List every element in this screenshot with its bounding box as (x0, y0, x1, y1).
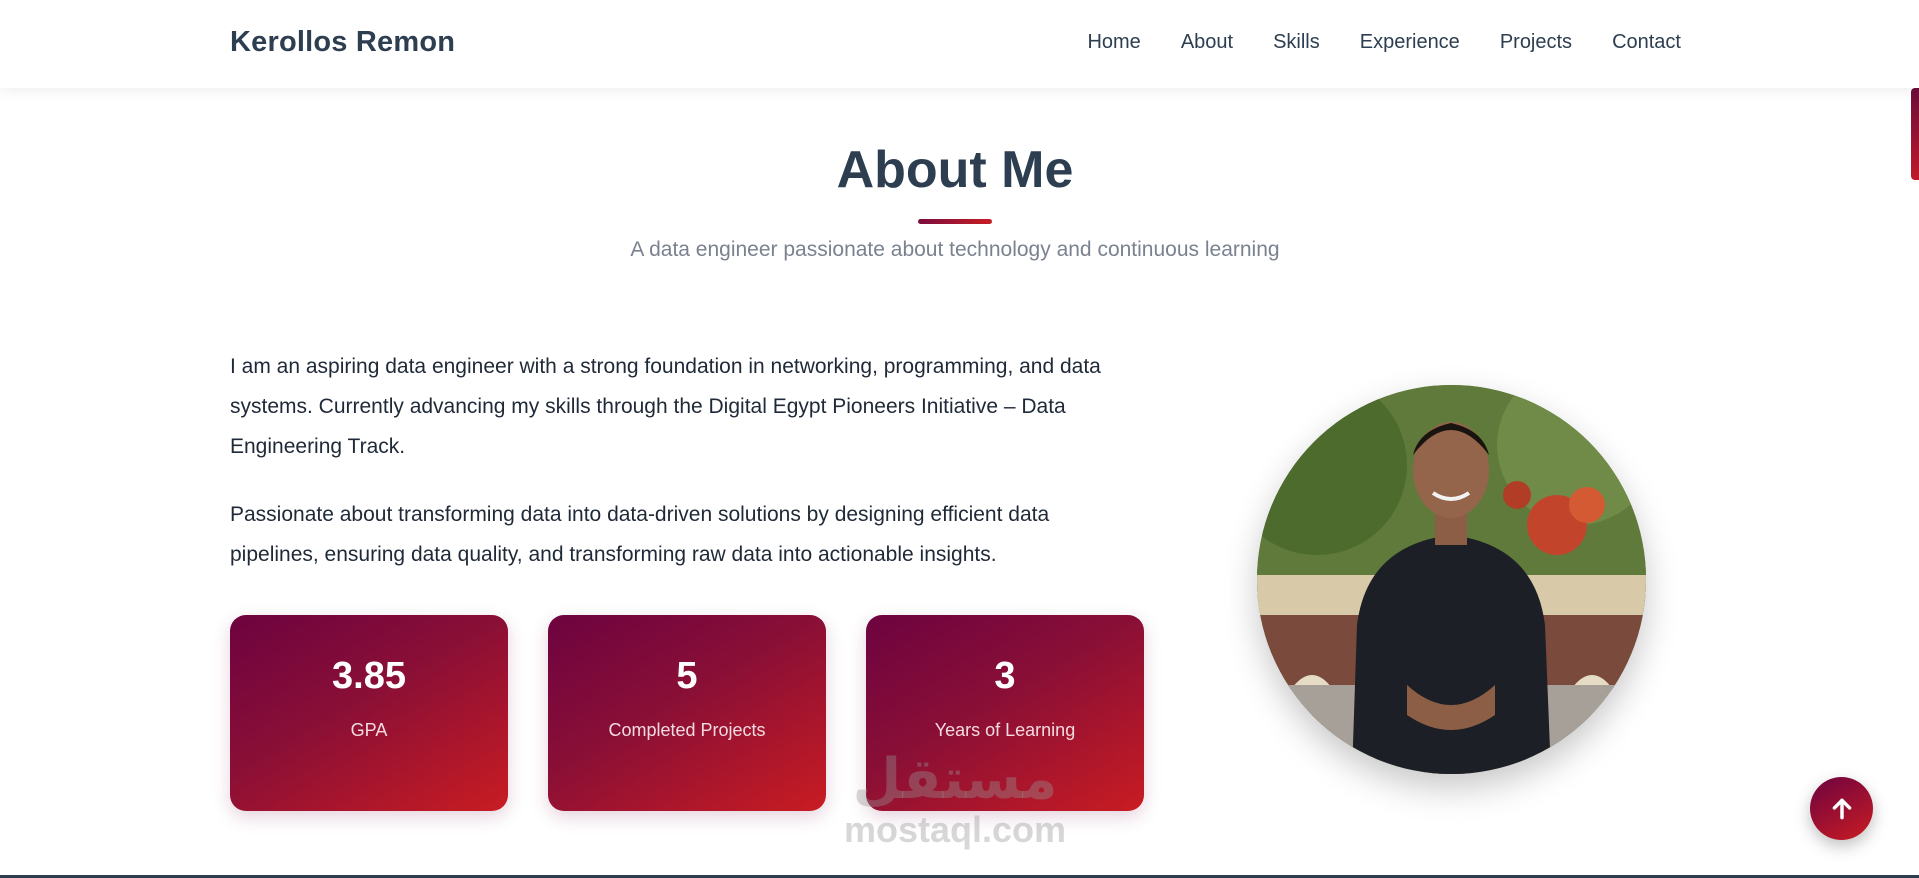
about-paragraph-2: Passionate about transforming data into … (230, 503, 1050, 566)
about-paragraph-1: I am an aspiring data engineer with a st… (230, 355, 1101, 458)
nav-link-skills[interactable]: Skills (1273, 31, 1320, 54)
section-title: About Me (836, 141, 1074, 199)
stat-card-gpa: 3.85 GPA (230, 615, 508, 811)
page: Kerollos Remon Home About Skills Experie… (0, 0, 1919, 878)
watermark-latin: mostaql.com (843, 809, 1067, 850)
navbar: Kerollos Remon Home About Skills Experie… (0, 0, 1919, 88)
title-underline (918, 219, 992, 224)
nav-link-contact[interactable]: Contact (1612, 31, 1681, 54)
stat-label: GPA (350, 720, 388, 740)
nav-links: Home About Skills Experience Projects Co… (1087, 31, 1681, 54)
stat-card-years: 3 Years of Learning (866, 615, 1144, 811)
profile-photo (1257, 385, 1646, 774)
arrow-up-icon (1832, 798, 1851, 819)
profile-photo-image (1257, 385, 1646, 774)
back-to-top-button[interactable] (1810, 777, 1873, 840)
stat-value: 5 (676, 655, 698, 697)
nav-link-projects[interactable]: Projects (1500, 31, 1572, 54)
nav-link-experience[interactable]: Experience (1360, 31, 1460, 54)
stat-value: 3 (994, 655, 1016, 697)
stat-value: 3.85 (332, 655, 406, 697)
section-subtitle: A data engineer passionate about technol… (630, 238, 1280, 261)
stats-row: 3.85 GPA 5 Completed Projects 3 Years of… (230, 615, 1144, 811)
scrollbar-track[interactable] (1911, 88, 1919, 878)
scrollbar-thumb[interactable] (1911, 88, 1919, 180)
stat-label: Years of Learning (934, 720, 1076, 740)
stat-card-projects: 5 Completed Projects (548, 615, 826, 811)
nav-link-about[interactable]: About (1181, 31, 1233, 54)
stat-label: Completed Projects (608, 720, 766, 740)
brand-logo[interactable]: Kerollos Remon (230, 26, 455, 59)
nav-link-home[interactable]: Home (1087, 31, 1140, 54)
